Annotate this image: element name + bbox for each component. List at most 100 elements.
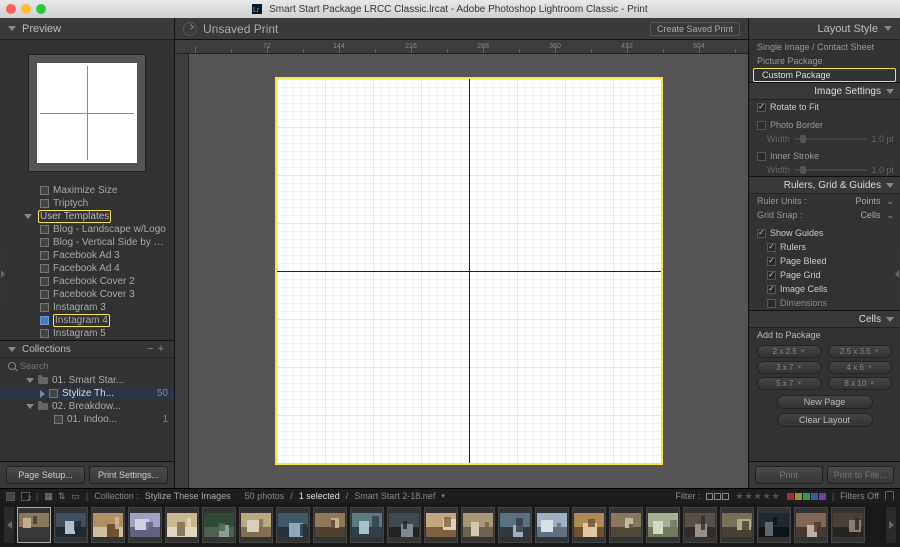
guide-option-page-bleed[interactable]: Page Bleed <box>749 254 900 268</box>
window-close-button[interactable] <box>6 4 16 14</box>
show-guides-checkbox[interactable]: Show Guides <box>749 226 900 240</box>
collection-folder-1[interactable]: 01. Smart Star... <box>0 374 174 387</box>
collections-plus-button[interactable]: + <box>156 343 166 355</box>
layout-opt-custom[interactable]: Custom Package <box>753 68 896 82</box>
preview-panel-header[interactable]: Preview <box>0 18 174 40</box>
filmstrip-thumbnail[interactable] <box>535 507 569 543</box>
filmstrip-thumbnail[interactable] <box>498 507 532 543</box>
filmstrip-thumbnail[interactable] <box>609 507 643 543</box>
filmstrip-thumbnail[interactable] <box>54 507 88 543</box>
template-item[interactable]: Instagram 5 <box>0 327 174 340</box>
grid-view-button[interactable] <box>6 492 15 501</box>
filmstrip-thumbnail[interactable] <box>239 507 273 543</box>
filmstrip-thumbnail[interactable] <box>683 507 717 543</box>
window-zoom-button[interactable] <box>36 4 46 14</box>
clear-layout-button[interactable]: Clear Layout <box>777 413 873 427</box>
guide-option-page-grid[interactable]: Page Grid <box>749 268 900 282</box>
image-settings-header[interactable]: Image Settings <box>749 82 900 100</box>
guide-option-rulers[interactable]: Rulers <box>749 240 900 254</box>
ruler-units-select[interactable]: Ruler Units :Points⌄ <box>749 194 900 208</box>
photo-border-width-slider[interactable]: Width1.0 pt <box>749 132 900 145</box>
layout-style-header[interactable]: Layout Style <box>749 18 900 40</box>
filmstrip-thumbnail[interactable] <box>646 507 680 543</box>
filmstrip-thumbnail[interactable] <box>17 507 51 543</box>
cell-size-button[interactable]: 5 x 7▼ <box>757 377 822 390</box>
sort-icon[interactable]: ⇅ <box>58 491 66 502</box>
template-item[interactable]: Facebook Cover 2 <box>0 275 174 288</box>
collection-folder-2[interactable]: 02. Breakdow... <box>0 400 174 413</box>
rating-filter[interactable]: ★★★★★ <box>735 491 780 502</box>
template-item[interactable]: Facebook Ad 3 <box>0 249 174 262</box>
filmstrip-thumbnail[interactable] <box>350 507 384 543</box>
filmstrip-thumbnail[interactable] <box>424 507 458 543</box>
left-panel-toggle[interactable] <box>0 244 6 304</box>
inner-stroke-checkbox[interactable]: Inner Stroke <box>749 149 900 163</box>
window-minimize-button[interactable] <box>21 4 31 14</box>
collection-indoor[interactable]: 01. Indoo...1 <box>0 413 174 426</box>
filmstrip-thumbnail[interactable] <box>91 507 125 543</box>
filmstrip-thumbnail[interactable] <box>313 507 347 543</box>
template-item[interactable]: Instagram 3 <box>0 301 174 314</box>
grid-mode-icon[interactable]: ▦ <box>44 491 52 502</box>
collection-name[interactable]: Stylize These Images <box>145 491 231 501</box>
collections-minus-button[interactable]: − <box>145 343 155 355</box>
guide-option-image-cells[interactable]: Image Cells <box>749 282 900 296</box>
template-item[interactable]: Blog - Vertical Side by Side... <box>0 236 174 249</box>
rotate-icon[interactable] <box>183 22 197 36</box>
cell-size-button[interactable]: 2 x 2.5▼ <box>757 345 822 358</box>
template-maximize-size[interactable]: Maximize Size <box>0 184 174 197</box>
rulers-grid-header[interactable]: Rulers, Grid & Guides <box>749 176 900 194</box>
filmstrip-thumbnail[interactable] <box>128 507 162 543</box>
print-canvas[interactable] <box>189 54 748 488</box>
filmstrip-prev-button[interactable] <box>4 507 14 543</box>
rotate-to-fit-checkbox[interactable]: Rotate to Fit <box>749 100 900 114</box>
filmstrip-thumbnail[interactable] <box>387 507 421 543</box>
template-item[interactable]: Instagram 4 <box>0 314 174 327</box>
layout-opt-single[interactable]: Single Image / Contact Sheet <box>749 40 900 54</box>
filmstrip-thumbnail[interactable] <box>572 507 606 543</box>
loupe-icon[interactable]: ▭ <box>71 491 80 502</box>
filmstrip-thumbnail[interactable] <box>165 507 199 543</box>
filmstrip-thumbnail[interactable] <box>276 507 310 543</box>
cell-size-button[interactable]: 2.5 x 3.5▼ <box>828 345 893 358</box>
inner-stroke-width-slider[interactable]: Width1.0 pt <box>749 163 900 176</box>
flag-filter[interactable] <box>706 493 729 500</box>
layout-opt-picture[interactable]: Picture Package <box>749 54 900 68</box>
filmstrip-thumbnail[interactable] <box>720 507 754 543</box>
color-filter[interactable] <box>787 493 826 500</box>
collections-panel-header[interactable]: Collections − + <box>0 340 174 358</box>
grid-snap-select[interactable]: Grid Snap :Cells⌄ <box>749 208 900 222</box>
print-to-file-button[interactable]: Print to File... <box>827 466 895 484</box>
collections-search[interactable] <box>0 358 174 374</box>
page-setup-button[interactable]: Page Setup... <box>6 466 85 484</box>
photo-border-checkbox[interactable]: Photo Border <box>749 118 900 132</box>
filmstrip-thumbnail[interactable] <box>461 507 495 543</box>
template-item[interactable]: Facebook Cover 3 <box>0 288 174 301</box>
collections-search-input[interactable] <box>20 361 166 371</box>
template-item[interactable]: Blog - Landscape w/Logo <box>0 223 174 236</box>
filmstrip-thumbnail[interactable] <box>794 507 828 543</box>
filmstrip-thumbnails[interactable] <box>17 507 883 543</box>
template-triptych[interactable]: Triptych <box>0 197 174 210</box>
filmstrip-thumbnail[interactable] <box>202 507 236 543</box>
filters-off-label[interactable]: Filters Off <box>840 491 879 501</box>
guide-option-dimensions[interactable]: Dimensions <box>749 296 900 310</box>
cell-size-button[interactable]: 8 x 10▼ <box>828 377 893 390</box>
cell-size-button[interactable]: 3 x 7▼ <box>757 361 822 374</box>
right-panel-toggle[interactable] <box>894 244 900 304</box>
create-saved-print-button[interactable]: Create Saved Print <box>650 22 740 36</box>
print-button[interactable]: Print <box>755 466 823 484</box>
template-folder-user[interactable]: User Templates <box>0 210 174 223</box>
filmstrip-thumbnail[interactable] <box>831 507 865 543</box>
filmstrip-thumbnail[interactable] <box>757 507 791 543</box>
secondary-display-button[interactable]: 2 <box>21 492 30 501</box>
new-page-button[interactable]: New Page <box>777 395 873 409</box>
print-page[interactable] <box>275 77 663 465</box>
filter-lock-icon[interactable] <box>885 491 894 500</box>
template-item[interactable]: Facebook Ad 4 <box>0 262 174 275</box>
filmstrip-next-button[interactable] <box>886 507 896 543</box>
print-settings-button[interactable]: Print Settings... <box>89 466 168 484</box>
collection-stylize[interactable]: Stylize Th...50 <box>0 387 174 400</box>
cells-header[interactable]: Cells <box>749 310 900 328</box>
cell-size-button[interactable]: 4 x 6▼ <box>828 361 893 374</box>
